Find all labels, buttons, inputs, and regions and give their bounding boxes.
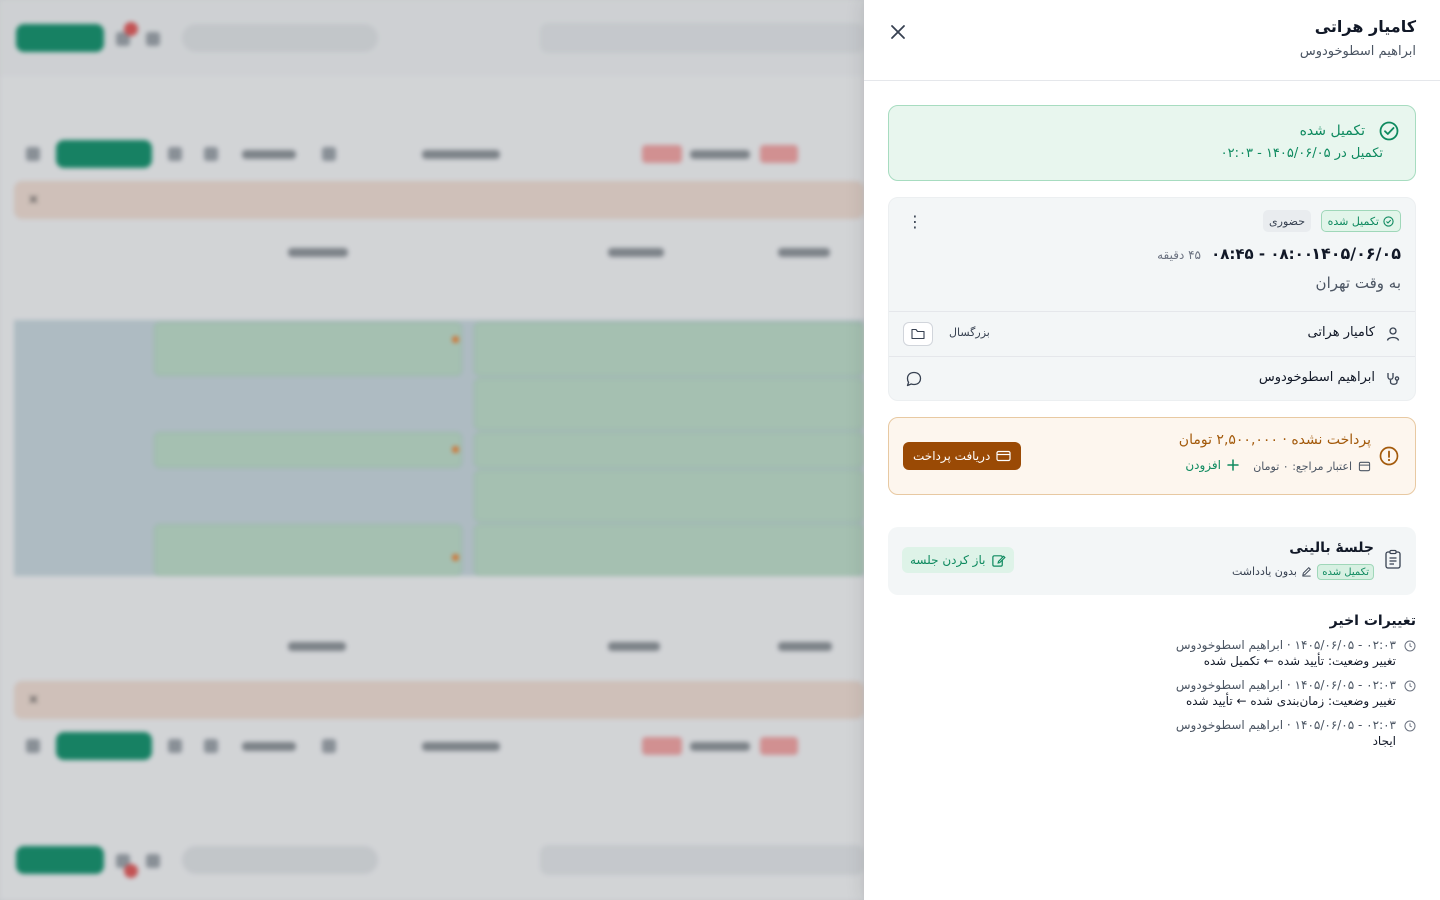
open-session-label: باز کردن جلسه bbox=[910, 553, 986, 567]
edit-note-icon bbox=[992, 554, 1007, 567]
change-meta: ۰۲:۰۳ - ۱۴۰۵/۰۶/۰۵ · ابراهیم اسطوخودوس bbox=[1175, 678, 1396, 692]
chat-bubble-icon bbox=[906, 371, 922, 387]
payment-status: پرداخت نشده · ۲,۵۰۰,۰۰۰ تومان bbox=[1178, 432, 1371, 448]
clock-icon bbox=[1404, 720, 1416, 732]
user-icon bbox=[1386, 327, 1400, 341]
appointment-status-chip: تکمیل شده bbox=[1320, 210, 1401, 232]
change-item: ۰۲:۰۳ - ۱۴۰۵/۰۶/۰۵ · ابراهیم اسطوخودوس ت… bbox=[888, 677, 1416, 709]
modal-backdrop[interactable] bbox=[0, 0, 864, 900]
wallet-icon bbox=[1358, 461, 1371, 472]
patient-row[interactable]: کامیار هراتی بزرگسال bbox=[889, 311, 1415, 356]
close-icon bbox=[891, 25, 905, 39]
pencil-icon bbox=[1302, 567, 1311, 577]
client-credit-label: اعتبار مراجع: ۰ تومان bbox=[1253, 460, 1352, 473]
change-meta: ۰۲:۰۳ - ۱۴۰۵/۰۶/۰۵ · ابراهیم اسطوخودوس bbox=[1175, 638, 1396, 652]
clipboard-icon bbox=[1385, 549, 1401, 569]
appointment-card: تکمیل شده حضوری ⋮ ۱۴۰۵/۰۶/۰۵ ۰۸:۰۰ - ۰۸:… bbox=[888, 197, 1416, 401]
check-circle-icon bbox=[1379, 121, 1399, 141]
close-button[interactable] bbox=[886, 20, 910, 44]
add-credit-button[interactable]: افزودن bbox=[1185, 458, 1239, 472]
clinical-session-card: جلسهٔ بالینی تکمیل شده بدون یادداشت باز … bbox=[888, 527, 1416, 595]
therapist-row[interactable]: ابراهیم اسطوخودوس bbox=[889, 356, 1415, 401]
session-note-status: بدون یادداشت bbox=[1232, 565, 1312, 578]
appointment-type-chip: حضوری bbox=[1263, 210, 1311, 232]
appointment-timezone: به وقت تهران bbox=[1315, 274, 1401, 292]
patient-file-button[interactable] bbox=[903, 322, 933, 346]
client-credit: اعتبار مراجع: ۰ تومان bbox=[1253, 460, 1371, 473]
change-item: ۰۲:۰۳ - ۱۴۰۵/۰۶/۰۵ · ابراهیم اسطوخودوس ت… bbox=[888, 637, 1416, 669]
alert-circle-icon bbox=[1379, 446, 1399, 466]
status-completed-at: تکمیل در ۱۴۰۵/۰۶/۰۵ - ۰۲:۰۳ bbox=[1220, 146, 1383, 161]
recent-changes-title: تغییرات اخیر bbox=[1329, 613, 1416, 629]
appointment-time: ۰۸:۰۰ - ۰۸:۴۵ bbox=[1211, 245, 1313, 263]
session-status-chip: تکمیل شده bbox=[1317, 564, 1374, 580]
credit-card-icon bbox=[996, 450, 1011, 462]
plus-icon bbox=[1227, 459, 1239, 471]
open-session-button[interactable]: باز کردن جلسه bbox=[902, 547, 1015, 573]
drawer-subtitle: ابراهیم اسطوخودوس bbox=[1299, 44, 1416, 59]
status-title: تکمیل شده bbox=[1299, 123, 1365, 139]
change-description: ایجاد bbox=[1372, 734, 1396, 748]
change-description: تغییر وضعیت: زمان‌بندی شده ← تأیید شده bbox=[1185, 694, 1396, 708]
therapist-name: ابراهیم اسطوخودوس bbox=[1258, 370, 1375, 385]
receive-payment-label: دریافت پرداخت bbox=[913, 449, 991, 463]
clock-icon bbox=[1404, 640, 1416, 652]
recent-changes: تغییرات اخیر ۰۲:۰۳ - ۱۴۰۵/۰۶/۰۵ · ابراهی… bbox=[888, 613, 1416, 749]
change-meta: ۰۲:۰۳ - ۱۴۰۵/۰۶/۰۵ · ابراهیم اسطوخودوس bbox=[1175, 718, 1396, 732]
stethoscope-icon bbox=[1387, 373, 1400, 385]
appointment-drawer: کامیار هراتی ابراهیم اسطوخودوس تکمیل شده… bbox=[864, 0, 1440, 900]
appointment-status-label: تکمیل شده bbox=[1327, 214, 1379, 228]
session-title: جلسهٔ بالینی bbox=[1289, 540, 1374, 556]
appointment-duration: ۴۵ دقیقه bbox=[1157, 248, 1201, 262]
payment-card: پرداخت نشده · ۲,۵۰۰,۰۰۰ تومان اعتبار مرا… bbox=[888, 417, 1416, 495]
appointment-date: ۱۴۰۵/۰۶/۰۵ bbox=[1311, 244, 1401, 263]
check-circle-icon bbox=[1383, 215, 1394, 227]
receive-payment-button[interactable]: دریافت پرداخت bbox=[903, 442, 1022, 470]
clock-icon bbox=[1404, 680, 1416, 692]
drawer-header: کامیار هراتی ابراهیم اسطوخودوس bbox=[864, 0, 1440, 81]
more-options-icon[interactable]: ⋮ bbox=[907, 212, 923, 231]
status-card: تکمیل شده تکمیل در ۱۴۰۵/۰۶/۰۵ - ۰۲:۰۳ bbox=[888, 105, 1416, 181]
change-description: تغییر وضعیت: تأیید شده ← تکمیل شده bbox=[1203, 654, 1396, 668]
add-credit-label: افزودن bbox=[1185, 458, 1221, 472]
change-item: ۰۲:۰۳ - ۱۴۰۵/۰۶/۰۵ · ابراهیم اسطوخودوس ا… bbox=[888, 717, 1416, 749]
patient-name: کامیار هراتی bbox=[1307, 325, 1375, 340]
drawer-title: کامیار هراتی bbox=[1314, 17, 1416, 36]
age-group-label: بزرگسال bbox=[949, 326, 990, 339]
message-button[interactable] bbox=[905, 370, 923, 392]
folder-icon bbox=[911, 328, 925, 340]
session-note-label: بدون یادداشت bbox=[1231, 565, 1297, 578]
